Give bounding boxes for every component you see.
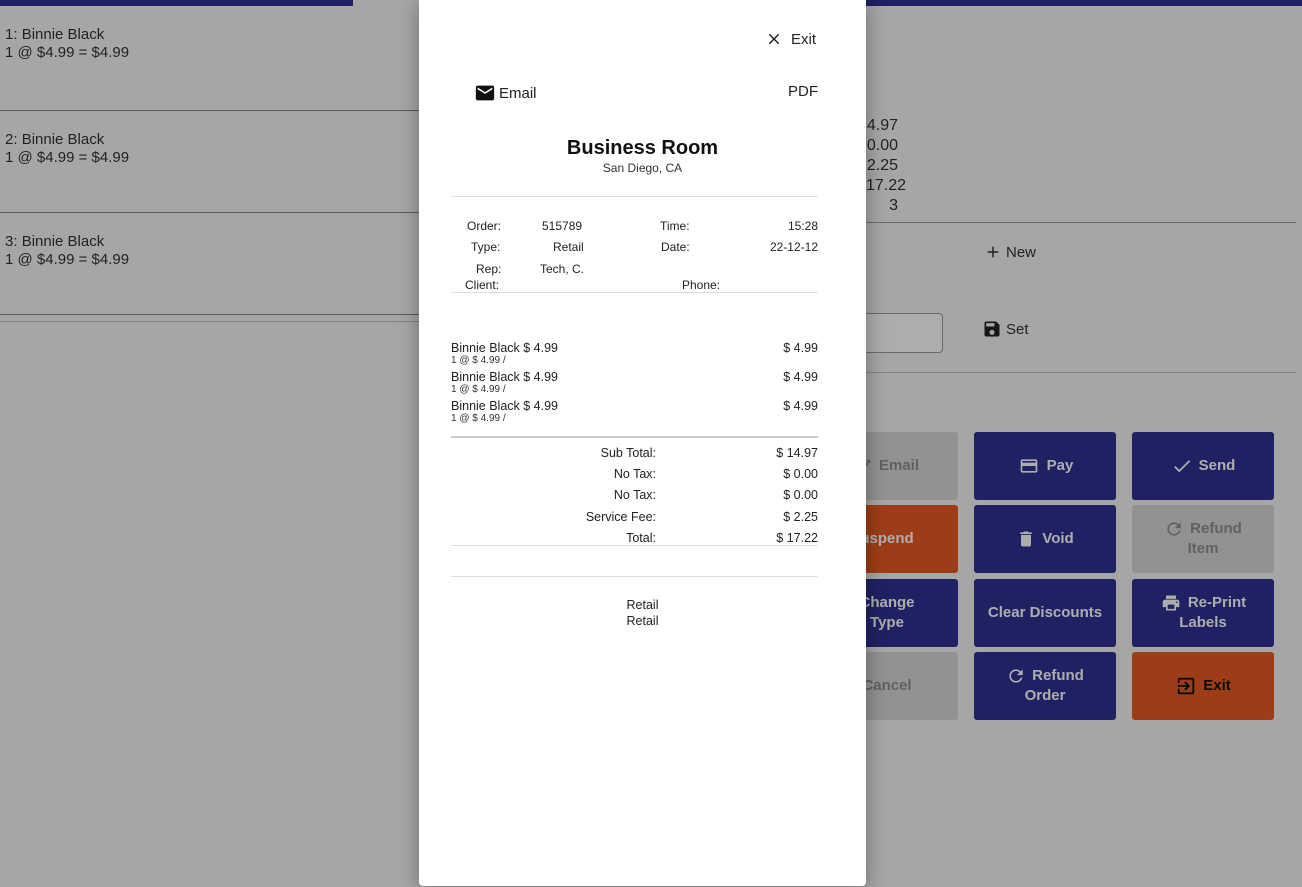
client-label: Client:: [465, 278, 500, 292]
time-label: Time:: [660, 219, 690, 233]
business-location: San Diego, CA: [602, 161, 683, 175]
total-value: $ 17.22: [776, 531, 818, 545]
order-number: 515789: [542, 219, 583, 233]
total-value: $ 14.97: [776, 446, 818, 460]
total-value: $ 2.25: [783, 510, 818, 524]
item-description: Binnie Black $ 4.99: [451, 399, 559, 413]
receipt-total-row: Service Fee: $ 2.25: [451, 510, 818, 526]
receipt-email-button[interactable]: Email: [473, 82, 537, 104]
date-value: 22-12-12: [769, 240, 818, 254]
type-label: Type:: [471, 240, 501, 254]
receipt-rule: [451, 196, 818, 197]
item-quantity: 1 @ $ 4.99 /: [451, 413, 506, 424]
receipt-dialog: Exit Email PDF Business Room San Diego, …: [419, 0, 866, 886]
item-quantity: 1 @ $ 4.99 /: [451, 355, 506, 366]
receipt-total-row: No Tax: $ 0.00: [451, 488, 818, 504]
type-value: Retail: [553, 240, 584, 254]
item-price: $ 4.99: [783, 370, 818, 384]
business-name: Business Room: [566, 137, 719, 159]
receipt-pdf-label: PDF: [788, 83, 818, 100]
receipt-line-item: Binnie Black $ 4.99 1 @ $ 4.99 / $ 4.99: [451, 399, 818, 424]
total-label: Service Fee:: [585, 510, 656, 524]
close-icon: [768, 33, 780, 45]
receipt-footer-line: Retail: [626, 614, 659, 628]
receipt-rule: [451, 292, 818, 293]
item-description: Binnie Black $ 4.99: [451, 341, 559, 355]
rep-value: Tech, C.: [540, 262, 585, 276]
receipt-rule: [451, 436, 818, 438]
receipt-rule: [451, 576, 818, 577]
rep-label: Rep:: [476, 262, 502, 276]
receipt-email-label: Email: [499, 84, 537, 102]
receipt-line-item: Binnie Black $ 4.99 1 @ $ 4.99 / $ 4.99: [451, 370, 818, 395]
receipt-footer-line: Retail: [626, 598, 659, 612]
order-label: Order:: [467, 219, 502, 233]
receipt-pdf-button[interactable]: PDF: [788, 83, 818, 100]
receipt-total-row: No Tax: $ 0.00: [451, 467, 818, 483]
receipt-rule: [451, 545, 818, 546]
item-price: $ 4.99: [783, 341, 818, 355]
receipt-exit-label: Exit: [790, 30, 816, 48]
item-quantity: 1 @ $ 4.99 /: [451, 384, 506, 395]
total-label: No Tax:: [613, 488, 656, 502]
total-label: No Tax:: [613, 467, 656, 481]
receipt-line-item: Binnie Black $ 4.99 1 @ $ 4.99 / $ 4.99: [451, 341, 818, 366]
total-label: Sub Total:: [600, 446, 656, 460]
total-value: $ 0.00: [783, 467, 818, 481]
receipt-total-row: Sub Total: $ 14.97: [451, 446, 818, 462]
total-label: Total:: [626, 531, 656, 545]
date-label: Date:: [661, 240, 690, 254]
item-price: $ 4.99: [783, 399, 818, 413]
receipt-exit-button[interactable]: Exit: [765, 30, 816, 48]
time-value: 15:28: [787, 219, 818, 233]
total-value: $ 0.00: [783, 488, 818, 502]
phone-label: Phone:: [682, 278, 721, 292]
envelope-icon: [475, 85, 495, 101]
item-description: Binnie Black $ 4.99: [451, 370, 559, 384]
